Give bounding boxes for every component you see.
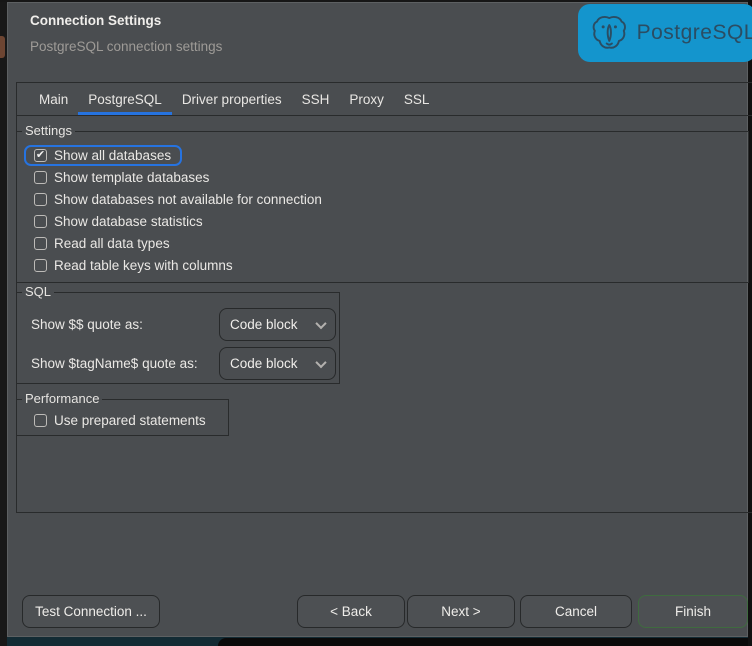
- checkbox-label: Show template databases: [54, 170, 209, 185]
- dollar-quote-dropdown[interactable]: Code block: [219, 308, 336, 341]
- desktop-background: Connection Settings PostgreSQL connectio…: [0, 0, 752, 646]
- checkbox-unchecked-icon[interactable]: [34, 237, 47, 250]
- sql-group-title: SQL: [22, 284, 54, 299]
- cancel-button[interactable]: Cancel: [520, 595, 632, 628]
- connection-settings-dialog: Connection Settings PostgreSQL connectio…: [7, 2, 748, 637]
- test-connection-button[interactable]: Test Connection ...: [22, 595, 160, 628]
- checkbox-label: Show database statistics: [54, 214, 203, 229]
- checkbox-label: Show databases not available for connect…: [54, 192, 322, 207]
- checkbox-show-all-databases[interactable]: ✔ Show all databases: [17, 144, 748, 166]
- tab-main[interactable]: Main: [29, 83, 78, 115]
- tab-driver-properties[interactable]: Driver properties: [172, 83, 292, 115]
- finish-button[interactable]: Finish: [638, 595, 748, 628]
- performance-group: Performance Use prepared statements: [16, 399, 229, 436]
- checkmark-icon: ✔: [36, 150, 45, 161]
- settings-group-title: Settings: [22, 123, 75, 138]
- dropdown-value: Code block: [230, 356, 317, 371]
- tab-ssh[interactable]: SSH: [292, 83, 340, 115]
- tagname-quote-dropdown[interactable]: Code block: [219, 347, 336, 380]
- chevron-down-icon: [315, 356, 326, 367]
- checkbox-show-databases-not-available[interactable]: Show databases not available for connect…: [17, 188, 748, 210]
- desktop-left-edge: [0, 0, 7, 646]
- tagname-quote-label: Show $tagName$ quote as:: [31, 347, 198, 380]
- tab-ssl[interactable]: SSL: [394, 83, 440, 115]
- performance-group-title: Performance: [22, 391, 102, 406]
- checkbox-label: Show all databases: [54, 148, 171, 163]
- tab-bar: Main PostgreSQL Driver properties SSH Pr…: [17, 83, 752, 116]
- background-window-strip-dark: [218, 638, 752, 646]
- checkbox-label: Use prepared statements: [54, 413, 206, 428]
- postgresql-elephant-icon: [590, 12, 629, 54]
- checkbox-unchecked-icon[interactable]: [34, 193, 47, 206]
- checkbox-unchecked-icon[interactable]: [34, 171, 47, 184]
- postgresql-logo-text: PostgreSQL: [637, 21, 752, 45]
- focus-ring: ✔ Show all databases: [24, 145, 182, 166]
- chevron-down-icon: [315, 317, 326, 328]
- checkbox-checked-icon[interactable]: ✔: [34, 149, 47, 162]
- postgresql-logo-badge: PostgreSQL: [578, 4, 752, 62]
- checkbox-use-prepared-statements[interactable]: Use prepared statements: [17, 409, 228, 431]
- checkbox-read-all-data-types[interactable]: Read all data types: [17, 232, 748, 254]
- sql-group: SQL Show $$ quote as: Code block Show $t…: [16, 292, 340, 384]
- checkbox-read-table-keys[interactable]: Read table keys with columns: [17, 254, 748, 276]
- desktop-left-edge-notch: [0, 36, 5, 58]
- settings-checkbox-list: ✔ Show all databases Show template datab…: [17, 132, 748, 276]
- page-title: Connection Settings: [30, 13, 161, 28]
- checkbox-unchecked-icon[interactable]: [34, 215, 47, 228]
- checkbox-show-template-databases[interactable]: Show template databases: [17, 166, 748, 188]
- dollar-quote-label: Show $$ quote as:: [31, 308, 143, 341]
- checkbox-unchecked-icon[interactable]: [34, 259, 47, 272]
- back-button[interactable]: < Back: [297, 595, 405, 628]
- checkbox-label: Read all data types: [54, 236, 170, 251]
- dropdown-value: Code block: [230, 317, 317, 332]
- checkbox-show-database-statistics[interactable]: Show database statistics: [17, 210, 748, 232]
- settings-group: Settings ✔ Show all databases Show templ…: [16, 131, 749, 283]
- page-subtitle: PostgreSQL connection settings: [30, 39, 222, 54]
- next-button[interactable]: Next >: [407, 595, 515, 628]
- tab-postgresql[interactable]: PostgreSQL: [78, 83, 172, 115]
- checkbox-unchecked-icon[interactable]: [34, 414, 47, 427]
- checkbox-label: Read table keys with columns: [54, 258, 233, 273]
- tab-proxy[interactable]: Proxy: [339, 83, 394, 115]
